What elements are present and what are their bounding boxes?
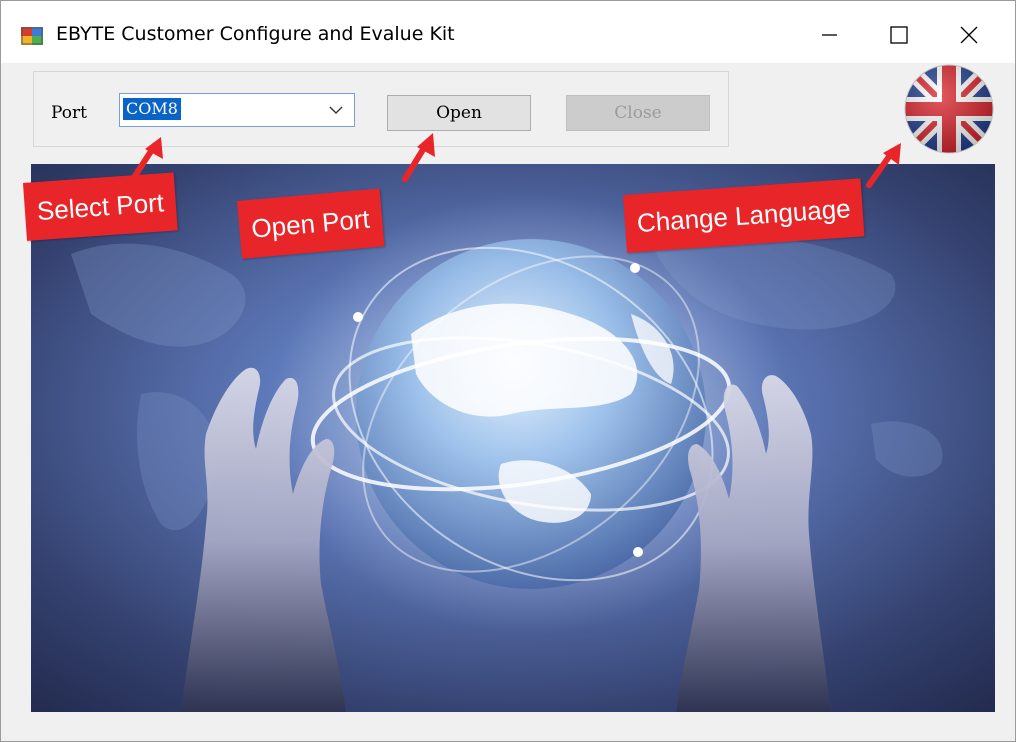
close-icon (960, 26, 978, 44)
port-select-value: COM8 (123, 98, 181, 120)
bottom-strip (1, 712, 1015, 741)
port-label: Port (51, 103, 87, 123)
close-port-button[interactable]: Close (566, 95, 710, 131)
open-port-button[interactable]: Open (387, 95, 531, 131)
chevron-down-icon[interactable] (328, 103, 344, 117)
minimize-icon (822, 34, 837, 36)
maximize-icon (890, 26, 908, 44)
minimize-button[interactable] (801, 13, 857, 55)
port-select[interactable]: COM8 (119, 93, 355, 127)
app-window-icon (21, 27, 43, 45)
red-arrow-icon (130, 137, 163, 182)
maximize-button[interactable] (871, 13, 927, 55)
red-arrow-icon (402, 133, 435, 182)
uk-flag-icon[interactable] (903, 63, 995, 155)
open-port-annotation: Open Port (237, 188, 385, 259)
red-arrow-icon (866, 143, 901, 188)
close-window-button[interactable] (941, 13, 997, 55)
banner-image (31, 164, 995, 712)
window-title: EBYTE Customer Configure and Evalue Kit (56, 23, 455, 45)
main-window: EBYTE Customer Configure and Evalue Kit … (0, 0, 1016, 742)
title-bar[interactable]: EBYTE Customer Configure and Evalue Kit (1, 1, 1015, 63)
